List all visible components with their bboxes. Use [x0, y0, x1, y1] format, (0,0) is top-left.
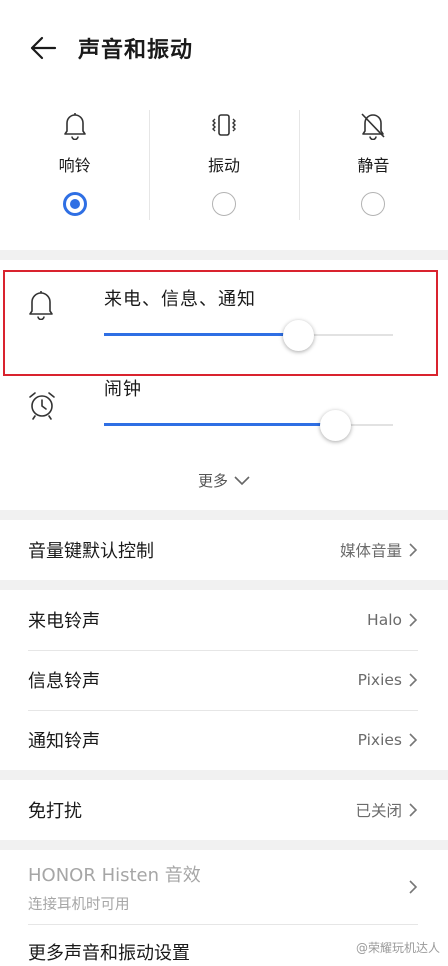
chevron-right-icon	[409, 673, 418, 687]
slider-thumb[interactable]	[283, 320, 314, 351]
message-ringtone-value: Pixies	[357, 671, 402, 689]
mode-vibrate[interactable]: 振动	[149, 110, 298, 220]
histen-text: HONOR Histen 音效 连接耳机时可用	[28, 861, 408, 914]
message-ringtone-label: 信息铃声	[28, 671, 100, 692]
bell-icon	[62, 110, 88, 140]
watermark: @荣耀玩机达人	[355, 941, 440, 955]
vibrate-icon	[209, 110, 239, 140]
chevron-right-icon	[409, 803, 418, 817]
sound-mode-selector: 响铃 振动 静音	[0, 110, 448, 220]
message-ringtone-setting[interactable]: 信息铃声 Pixies	[0, 650, 448, 710]
notification-ringtone-setting[interactable]: 通知铃声 Pixies	[0, 710, 448, 770]
audio-effects-group: HONOR Histen 音效 连接耳机时可用 更多声音和振动设置 @荣耀玩机达…	[0, 850, 448, 966]
dnd-group: 免打扰 已关闭	[0, 780, 448, 840]
alarm-volume-label: 闹钟	[104, 379, 142, 400]
chevron-right-icon	[409, 880, 418, 894]
notification-ringtone-value: Pixies	[357, 731, 402, 749]
histen-label: HONOR Histen 音效	[28, 864, 201, 886]
top-section: 声音和振动 响铃 振动 静音	[0, 0, 448, 250]
slider-thumb[interactable]	[320, 410, 351, 441]
bell-icon	[27, 288, 57, 321]
chevron-right-icon	[409, 733, 418, 747]
mode-silent[interactable]: 静音	[298, 110, 448, 220]
notification-ringtone-label: 通知铃声	[28, 731, 100, 752]
dnd-value: 已关闭	[355, 802, 402, 820]
dnd-setting[interactable]: 免打扰 已关闭	[0, 780, 448, 840]
ringtones-group: 来电铃声 Halo 信息铃声 Pixies 通知铃声 Pixies	[0, 590, 448, 770]
slider-fill	[104, 333, 298, 336]
ringtone-volume-slider[interactable]	[104, 320, 393, 351]
histen-setting[interactable]: HONOR Histen 音效 连接耳机时可用	[0, 850, 448, 924]
alarm-volume-slider[interactable]	[104, 410, 393, 441]
ringtone-volume-label: 来电、信息、通知	[104, 289, 256, 310]
chevron-right-icon	[409, 543, 418, 557]
more-label: 更多	[197, 472, 228, 490]
slider-fill	[104, 423, 335, 426]
volume-card: 来电、信息、通知 闹钟 更多	[0, 260, 448, 510]
more-button[interactable]: 更多	[0, 470, 448, 491]
back-arrow-icon[interactable]	[28, 33, 58, 63]
volume-key-label: 音量键默认控制	[28, 541, 154, 562]
incoming-ringtone-setting[interactable]: 来电铃声 Halo	[0, 590, 448, 650]
mode-ring-label: 响铃	[58, 156, 91, 175]
bell-off-icon	[359, 110, 387, 140]
mode-ring-radio[interactable]	[62, 192, 87, 216]
alarm-clock-icon	[27, 390, 57, 422]
chevron-right-icon	[409, 613, 418, 627]
mode-vibrate-radio[interactable]	[211, 192, 236, 216]
volume-key-group: 音量键默认控制 媒体音量	[0, 520, 448, 580]
volume-key-setting[interactable]: 音量键默认控制 媒体音量	[0, 520, 448, 580]
volume-key-value: 媒体音量	[339, 542, 402, 560]
incoming-ringtone-value: Halo	[367, 611, 402, 629]
histen-sublabel: 连接耳机时可用	[28, 896, 130, 913]
alarm-volume-row: 闹钟	[0, 350, 448, 441]
ringtone-volume-row: 来电、信息、通知	[0, 260, 448, 351]
incoming-ringtone-label: 来电铃声	[28, 611, 100, 632]
page-title: 声音和振动	[78, 37, 194, 63]
mode-silent-radio[interactable]	[361, 192, 386, 216]
mode-vibrate-label: 振动	[207, 156, 240, 175]
mode-silent-label: 静音	[357, 156, 390, 175]
chevron-down-icon	[234, 475, 250, 485]
mode-ring[interactable]: 响铃	[0, 110, 149, 220]
header: 声音和振动	[0, 0, 448, 95]
dnd-label: 免打扰	[28, 801, 82, 822]
